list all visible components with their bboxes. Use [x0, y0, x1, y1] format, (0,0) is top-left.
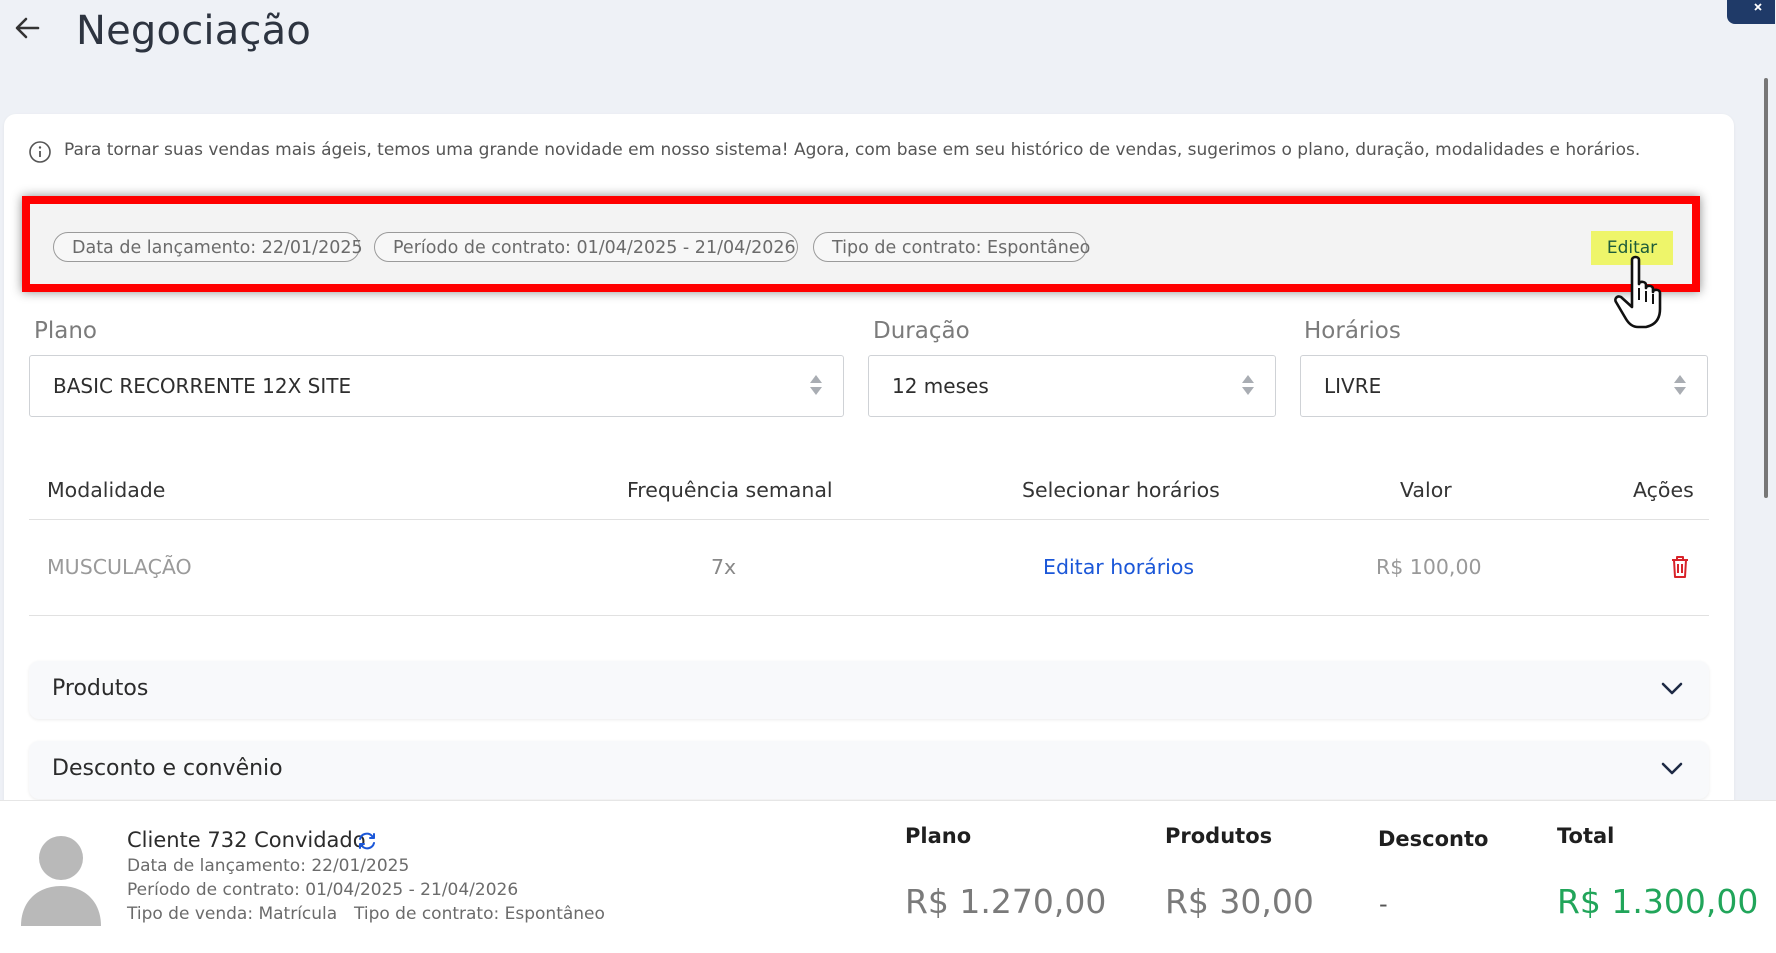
scrollbar[interactable]	[1764, 78, 1768, 498]
table-divider	[29, 519, 1709, 520]
frequencia-cell: 7x	[711, 555, 737, 579]
duracao-select[interactable]: 12 meses	[868, 355, 1276, 417]
sync-icon[interactable]	[356, 830, 378, 852]
total-label: Total	[1557, 824, 1615, 848]
horarios-select[interactable]: LIVRE	[1300, 355, 1708, 417]
total-value: R$ 1.300,00	[1557, 882, 1759, 921]
produtos-accordion[interactable]: Produtos	[29, 661, 1709, 719]
avatar-icon	[18, 834, 104, 926]
footer-periodo-contrato: Período de contrato: 01/04/2025 - 21/04/…	[127, 880, 519, 900]
total-plano-label: Plano	[905, 824, 972, 848]
table-divider	[29, 615, 1709, 616]
corner-settings-button[interactable]	[1727, 0, 1775, 24]
info-icon	[28, 140, 52, 164]
pointer-hand-icon	[1612, 254, 1672, 336]
chip-tipo-contrato: Tipo de contrato: Espontâneo	[813, 232, 1090, 262]
sort-arrows-icon	[1673, 374, 1687, 396]
duracao-select-value: 12 meses	[892, 374, 989, 398]
page-title: Negociação	[76, 8, 311, 54]
total-produtos-label: Produtos	[1165, 824, 1273, 848]
chip-periodo-contrato: Período de contrato: 01/04/2025 - 21/04/…	[374, 232, 798, 262]
chip-data-lancamento: Data de lançamento: 22/01/2025	[53, 232, 363, 262]
sort-arrows-icon	[809, 374, 823, 396]
duracao-label: Duração	[873, 318, 970, 344]
plano-label: Plano	[34, 318, 98, 344]
chevron-down-icon	[1661, 761, 1683, 775]
sort-arrows-icon	[1241, 374, 1255, 396]
column-header-valor: Valor	[1400, 478, 1452, 502]
edit-horarios-link[interactable]: Editar horários	[1043, 555, 1194, 579]
valor-cell: R$ 100,00	[1376, 555, 1482, 579]
back-arrow-icon[interactable]	[10, 10, 46, 46]
footer-data-lancamento: Data de lançamento: 22/01/2025	[127, 856, 410, 876]
column-header-acoes: Ações	[1633, 478, 1694, 502]
total-plano-value: R$ 1.270,00	[905, 882, 1107, 921]
trash-icon[interactable]	[1670, 555, 1690, 579]
chevron-down-icon	[1661, 681, 1683, 695]
footer-summary	[0, 800, 1776, 953]
produtos-accordion-title: Produtos	[52, 676, 149, 701]
column-header-frequencia: Frequência semanal	[627, 478, 833, 502]
total-desconto-label: Desconto	[1378, 827, 1489, 851]
horarios-select-value: LIVRE	[1324, 374, 1382, 398]
horarios-label: Horários	[1304, 318, 1401, 344]
column-header-modalidade: Modalidade	[47, 478, 166, 502]
footer-tipo-contrato: Tipo de contrato: Espontâneo	[354, 904, 605, 924]
plano-select-value: BASIC RECORRENTE 12X SITE	[53, 374, 352, 398]
info-banner-text: Para tornar suas vendas mais ágeis, temo…	[64, 140, 1641, 160]
column-header-horarios: Selecionar horários	[1022, 478, 1220, 502]
total-produtos-value: R$ 30,00	[1165, 882, 1314, 921]
total-desconto-value: -	[1379, 890, 1388, 918]
plano-select[interactable]: BASIC RECORRENTE 12X SITE	[29, 355, 844, 417]
footer-tipo-venda: Tipo de venda: Matrícula	[127, 904, 338, 924]
desconto-accordion[interactable]: Desconto e convênio	[29, 741, 1709, 799]
desconto-accordion-title: Desconto e convênio	[52, 756, 283, 781]
client-name: Cliente 732 Convidado	[127, 828, 366, 852]
modalidade-cell: MUSCULAÇÃO	[47, 555, 192, 579]
